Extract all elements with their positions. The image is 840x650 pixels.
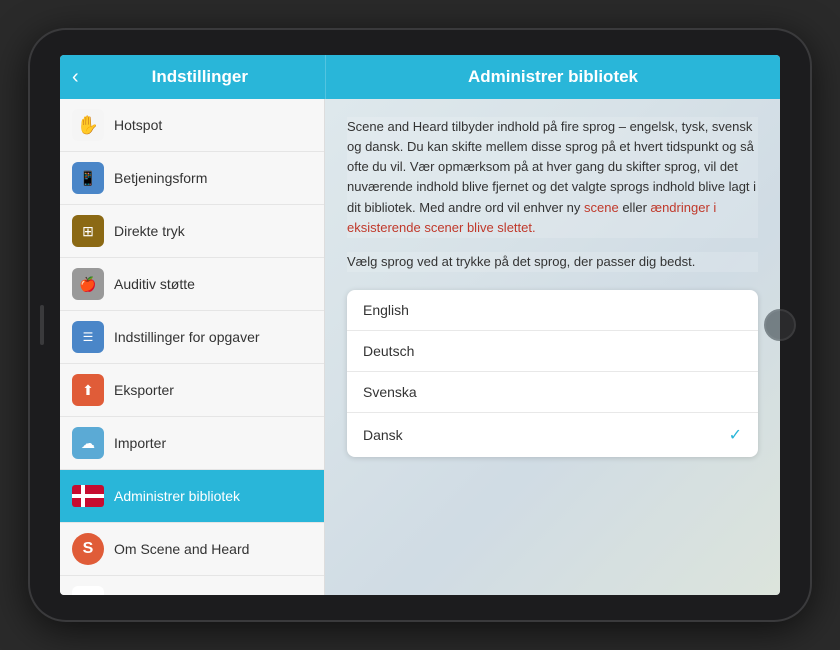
grid-icon: ⊞ <box>72 215 104 247</box>
back-button[interactable]: ‹ <box>72 66 79 89</box>
flag-icon <box>72 480 104 512</box>
settings-header: ‹ Indstillinger <box>60 55 325 99</box>
hand-icon: ✋ <box>72 109 104 141</box>
tablet-frame: ‹ Indstillinger Administrer bibliotek ✋ … <box>30 30 810 620</box>
lang-label-english: English <box>363 302 409 318</box>
highlight-changes: ændringer i eksisterende scener blive sl… <box>347 200 716 235</box>
content-title: Administrer bibliotek <box>468 67 638 87</box>
lang-label-dansk: Dansk <box>363 427 403 443</box>
check-mark-dansk: ✓ <box>729 425 742 445</box>
sidebar-label-auditiv: Auditiv støtte <box>114 276 195 292</box>
description-paragraph: Scene and Heard tilbyder indhold på fire… <box>347 117 758 238</box>
right-panel: Scene and Heard tilbyder indhold på fire… <box>325 99 780 595</box>
sidebar-item-auditiv[interactable]: 🍎 Auditiv støtte <box>60 258 324 311</box>
tablet-icon: 📱 <box>72 162 104 194</box>
sidebar-label-importer: Importer <box>114 435 166 451</box>
sidebar-label-therapy: Om Therapy Box <box>114 594 220 595</box>
main-content: ✋ Hotspot 📱 Betjeningsform ⊞ Direkte try… <box>60 99 780 595</box>
sidebar-item-om-scene[interactable]: S Om Scene and Heard <box>60 523 324 576</box>
sidebar-item-betjening[interactable]: 📱 Betjeningsform <box>60 152 324 205</box>
language-selector: English Deutsch Svenska Dansk ✓ <box>347 290 758 457</box>
lang-option-dansk[interactable]: Dansk ✓ <box>347 413 758 457</box>
lang-option-deutsch[interactable]: Deutsch <box>347 331 758 372</box>
lang-option-svenska[interactable]: Svenska <box>347 372 758 413</box>
sidebar-label-betjening: Betjeningsform <box>114 170 207 186</box>
apple-icon: 🍎 <box>72 268 104 300</box>
sidebar-item-administer[interactable]: Administrer bibliotek <box>60 470 324 523</box>
highlight-scene: scene <box>584 200 619 215</box>
sidebar: ✋ Hotspot 📱 Betjeningsform ⊞ Direkte try… <box>60 99 325 595</box>
sidebar-label-direkte: Direkte tryk <box>114 223 185 239</box>
instruction-text: Vælg sprog ved at trykke på det sprog, d… <box>347 252 758 272</box>
settings-title: Indstillinger <box>87 67 313 87</box>
sidebar-item-importer[interactable]: ☁ Importer <box>60 417 324 470</box>
lang-label-svenska: Svenska <box>363 384 417 400</box>
top-bar: ‹ Indstillinger Administrer bibliotek <box>60 55 780 99</box>
content-overlay: Scene and Heard tilbyder indhold på fire… <box>325 99 780 595</box>
list-icon: ☰ <box>72 321 104 353</box>
sidebar-label-hotspot: Hotspot <box>114 117 162 133</box>
sidebar-label-opgaver: Indstillinger for opgaver <box>114 329 260 345</box>
scene-icon: S <box>72 533 104 565</box>
tablet-screen: ‹ Indstillinger Administrer bibliotek ✋ … <box>60 55 780 595</box>
sidebar-label-eksporter: Eksporter <box>114 382 174 398</box>
lang-label-deutsch: Deutsch <box>363 343 414 359</box>
lang-option-english[interactable]: English <box>347 290 758 331</box>
upload-icon: ⬆ <box>72 374 104 406</box>
sidebar-label-om-scene: Om Scene and Heard <box>114 541 249 557</box>
content-header: Administrer bibliotek <box>325 55 780 99</box>
sidebar-item-direkte[interactable]: ⊞ Direkte tryk <box>60 205 324 258</box>
cloud-icon: ☁ <box>72 427 104 459</box>
sidebar-item-therapy[interactable]: TB Om Therapy Box <box>60 576 324 595</box>
sidebar-item-hotspot[interactable]: ✋ Hotspot <box>60 99 324 152</box>
sidebar-label-administer: Administrer bibliotek <box>114 488 240 504</box>
sidebar-item-eksporter[interactable]: ⬆ Eksporter <box>60 364 324 417</box>
therapy-icon: TB <box>72 586 104 595</box>
sidebar-item-opgaver[interactable]: ☰ Indstillinger for opgaver <box>60 311 324 364</box>
